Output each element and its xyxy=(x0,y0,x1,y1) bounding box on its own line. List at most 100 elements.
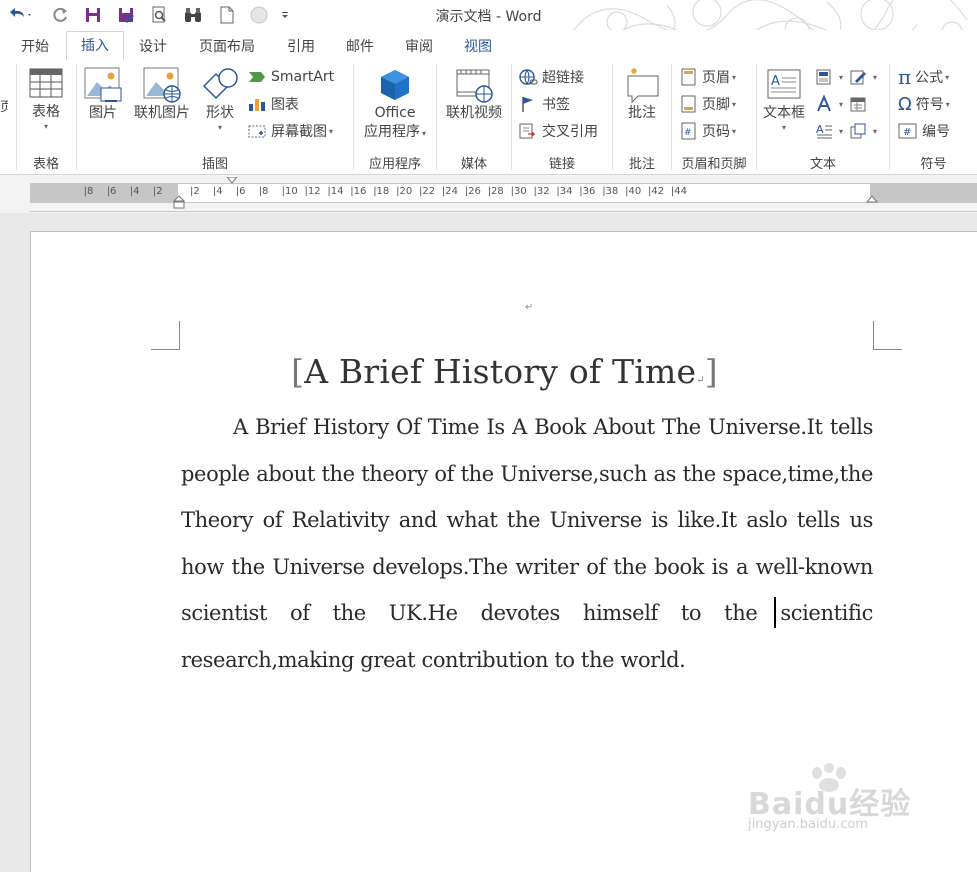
table-button[interactable]: 表格 ▾ xyxy=(23,66,69,131)
ruler-number: |18 xyxy=(373,186,390,197)
footer-icon xyxy=(681,95,696,113)
signature-line-button[interactable]: ▾ xyxy=(849,66,877,88)
apps-group-label: 应用程序 xyxy=(368,157,421,172)
bookmark-button[interactable]: 书签 xyxy=(518,93,570,115)
apps-group: Office 应用程序 ▾ 应用程序 xyxy=(354,60,436,174)
ruler-right-margin xyxy=(870,184,977,202)
text-group: A 文本框 ▾ ▾ ▾ A ▾ ▾ ▾ 文本 xyxy=(757,60,889,174)
header-button[interactable]: 页眉 ▾ xyxy=(680,66,736,88)
tab-design[interactable]: 设计 xyxy=(130,34,176,60)
ruler-number: |2 xyxy=(190,186,200,197)
tab-home[interactable]: 开始 xyxy=(12,34,58,60)
ruler-number: |22 xyxy=(419,186,436,197)
ruler-number: |12 xyxy=(304,186,321,197)
comments-group-label: 批注 xyxy=(628,157,655,172)
tab-insert[interactable]: 插入 xyxy=(66,31,124,62)
tab-references[interactable]: 引用 xyxy=(278,34,324,60)
office-apps-button[interactable]: Office 应用程序 ▾ xyxy=(356,66,434,143)
wordart-icon xyxy=(817,95,831,112)
left-indent-marker[interactable] xyxy=(173,195,185,209)
number-icon: # xyxy=(898,123,917,139)
tab-view[interactable]: 视图 xyxy=(455,34,501,60)
ruler-number: |44 xyxy=(670,186,687,197)
hyperlink-icon xyxy=(519,69,538,85)
picture-icon xyxy=(84,67,122,102)
chart-button[interactable]: 图表 xyxy=(247,93,299,115)
content-control-bracket-right: ] xyxy=(704,352,718,391)
ruler-number: |28 xyxy=(487,186,504,197)
textbox-icon: A xyxy=(767,69,801,99)
new-comment-button[interactable]: 批注 xyxy=(619,66,665,123)
screenshot-icon xyxy=(248,125,266,138)
table-group: 表格 ▾ 表格 xyxy=(17,60,75,174)
textbox-button[interactable]: A 文本框 ▾ xyxy=(759,66,809,132)
header-icon xyxy=(681,68,696,86)
online-video-button[interactable]: 联机视频 xyxy=(439,66,509,123)
comment-icon xyxy=(627,68,659,104)
document-body-paragraph[interactable]: A Brief History Of Time Is A Book About … xyxy=(181,404,873,683)
ruler-number: |6 xyxy=(106,186,117,197)
ruler-number: |34 xyxy=(556,186,573,197)
footer-button[interactable]: 页脚 ▾ xyxy=(680,93,736,115)
background-ornament-image xyxy=(573,0,968,30)
illustrations-group: 图片 联机图片 形状 ▾ SmartArt 图表 屏幕截图 ▾ 插图 xyxy=(77,60,353,174)
page-number-icon: # xyxy=(681,122,696,140)
smartart-button[interactable]: SmartArt xyxy=(247,66,334,88)
svg-text:A: A xyxy=(771,74,780,89)
screenshot-button[interactable]: 屏幕截图 ▾ xyxy=(247,120,333,142)
object-button[interactable]: ▾ xyxy=(849,120,877,142)
ruler-number: |4 xyxy=(129,186,140,197)
illustrations-group-label: 插图 xyxy=(201,157,228,172)
tab-page-layout[interactable]: 页面布局 xyxy=(190,34,264,60)
number-button[interactable]: # 编号 xyxy=(898,120,950,142)
quick-parts-button[interactable]: ▾ xyxy=(815,66,843,88)
header-footer-group: 页眉 ▾ 页脚 ▾ # 页码 ▾ 页眉和页脚 xyxy=(672,60,756,174)
media-group: 联机视频 媒体 xyxy=(437,60,511,174)
page-number-button[interactable]: # 页码 ▾ xyxy=(680,120,736,142)
drop-cap-button[interactable]: A ▾ xyxy=(815,120,843,142)
tab-review[interactable]: 审阅 xyxy=(396,34,442,60)
paragraph-mark-icon: ↵ xyxy=(696,375,705,386)
symbol-button[interactable]: Ω 符号 ▾ xyxy=(898,93,950,115)
document-title[interactable]: [A Brief History of Time↵] xyxy=(31,352,977,391)
pages-group-fragment: 页 xyxy=(0,99,8,115)
shapes-button[interactable]: 形状 ▾ xyxy=(197,66,243,132)
document-canvas: ↵ [A Brief History of Time↵] A Brief His… xyxy=(0,213,977,872)
links-group-label: 链接 xyxy=(548,157,575,172)
ruler-number: |40 xyxy=(625,186,642,197)
picture-button[interactable]: 图片 xyxy=(83,66,123,123)
ruler-number: |6 xyxy=(235,186,246,197)
ruler-number: |32 xyxy=(533,186,550,197)
chart-icon xyxy=(249,99,265,111)
watermark-url: jingyan.baidu.com xyxy=(748,817,868,832)
shapes-icon xyxy=(202,68,238,100)
ruler-number: |26 xyxy=(464,186,481,197)
media-group-label: 媒体 xyxy=(460,157,487,172)
ruler-number: |20 xyxy=(396,186,413,197)
ruler-number: |14 xyxy=(327,186,344,197)
online-picture-button[interactable]: 联机图片 xyxy=(131,66,193,123)
wordart-button[interactable]: ▾ xyxy=(815,93,843,115)
smartart-icon xyxy=(249,72,265,82)
ruler-number: |30 xyxy=(510,186,527,197)
hyperlink-button[interactable]: 超链接 xyxy=(518,66,584,88)
svg-text:#: # xyxy=(684,128,692,138)
right-indent-marker[interactable] xyxy=(866,195,878,203)
ruler-number: |38 xyxy=(602,186,619,197)
online-picture-icon xyxy=(143,67,181,103)
tab-mailings[interactable]: 邮件 xyxy=(337,34,383,60)
ruler-number: |4 xyxy=(212,186,223,197)
drop-cap-icon: A xyxy=(816,123,832,139)
comments-group: 批注 批注 xyxy=(613,60,671,174)
cross-reference-icon xyxy=(519,123,536,139)
cross-reference-button[interactable]: 交叉引用 xyxy=(518,120,598,142)
quick-parts-icon xyxy=(816,69,831,85)
content-control-bracket-left: [ xyxy=(291,352,305,391)
ribbon-tabs: 开始 插入 设计 页面布局 引用 邮件 审阅 视图 xyxy=(0,30,977,90)
crop-mark-top-left xyxy=(151,321,180,350)
equation-button[interactable]: π 公式 ▾ xyxy=(898,65,949,89)
first-line-indent-marker[interactable] xyxy=(226,177,238,185)
svg-text:A: A xyxy=(816,123,824,136)
ruler-number: |24 xyxy=(441,186,458,197)
date-time-button[interactable] xyxy=(849,93,871,115)
